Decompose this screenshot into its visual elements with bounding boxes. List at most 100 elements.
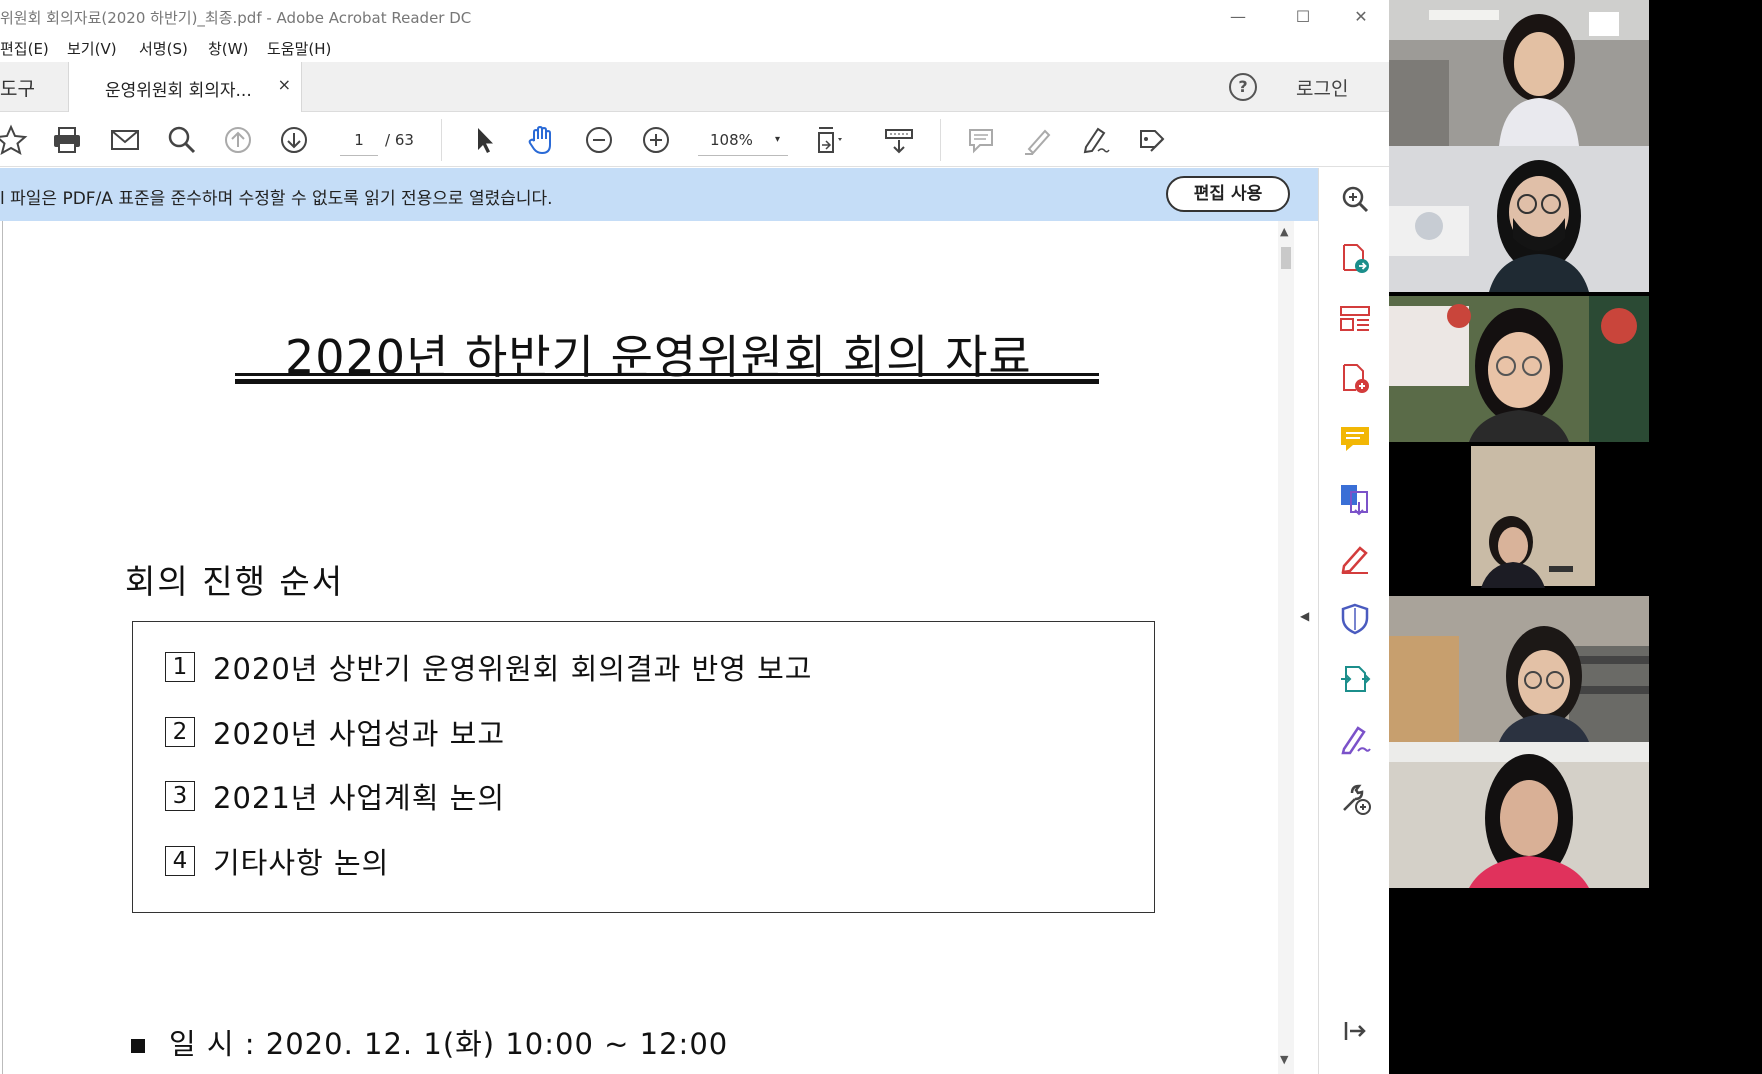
- avatar: [1389, 596, 1649, 742]
- avatar: [1389, 146, 1649, 292]
- bullet-square-icon: [131, 1039, 145, 1053]
- collapse-pane-icon[interactable]: ◀: [1300, 609, 1309, 623]
- doc-tab-label: 운영위원회 회의자...: [105, 81, 252, 101]
- email-icon[interactable]: [106, 121, 144, 159]
- zoom-out-icon[interactable]: [580, 121, 618, 159]
- zoom-level-select[interactable]: 108% ▾: [698, 124, 788, 156]
- draw-sign-icon[interactable]: [1076, 121, 1114, 159]
- menu-sign[interactable]: 서명(S): [139, 38, 188, 59]
- maximize-button[interactable]: ☐: [1283, 4, 1323, 30]
- video-tile-participant-4[interactable]: [1389, 442, 1649, 588]
- fill-sign-icon[interactable]: [1338, 542, 1372, 576]
- agenda-number: 1: [165, 652, 195, 682]
- screen: 위원회 회의자료(2020 하반기)_최종.pdf - Adobe Acroba…: [0, 0, 1762, 1074]
- login-button[interactable]: 로그인: [1296, 74, 1348, 101]
- edit-tag-icon[interactable]: [1133, 121, 1171, 159]
- video-gallery: [1389, 0, 1762, 1074]
- title-underline-thick: [235, 379, 1099, 384]
- agenda-text: 2021년 사업계획 논의: [213, 781, 505, 815]
- document-title: 2020년 하반기 운영위원회 회의 자료: [285, 330, 1032, 384]
- menu-edit[interactable]: 편집(E): [0, 38, 49, 59]
- menu-view[interactable]: 보기(V): [67, 38, 117, 59]
- create-pdf-icon[interactable]: [1338, 362, 1372, 396]
- agenda-text: 기타사항 논의: [213, 846, 390, 880]
- video-tile-participant-2[interactable]: [1389, 146, 1649, 292]
- chevron-down-icon: ▾: [774, 134, 780, 145]
- avatar: [1389, 442, 1649, 588]
- avatar: [1389, 296, 1649, 442]
- print-icon[interactable]: [48, 121, 86, 159]
- readonly-info-bar: l 파일은 PDF/A 표준을 준수하며 수정할 수 없도록 읽기 전용으로 열…: [0, 168, 1328, 221]
- zoom-in-icon[interactable]: [637, 121, 675, 159]
- zoom-search-icon[interactable]: [1338, 182, 1372, 216]
- star-icon[interactable]: [0, 121, 30, 159]
- help-icon[interactable]: ?: [1229, 73, 1257, 101]
- agenda-text: 2020년 상반기 운영위원회 회의결과 반영 보고: [213, 652, 813, 686]
- tab-document[interactable]: 운영위원회 회의자... ×: [68, 62, 302, 112]
- enable-editing-button[interactable]: 편집 사용: [1166, 176, 1290, 212]
- agenda-box: 1 2020년 상반기 운영위원회 회의결과 반영 보고 2 2020년 사업성과 …: [132, 621, 1155, 913]
- main-toolbar: 1 / 63 108% ▾: [0, 113, 1389, 167]
- close-button[interactable]: ✕: [1341, 4, 1381, 30]
- tab-bar: 도구 운영위원회 회의자... × ? 로그인: [0, 62, 1389, 112]
- agenda-item: 1 2020년 상반기 운영위원회 회의결과 반영 보고: [165, 646, 812, 686]
- video-tile-participant-3[interactable]: [1389, 296, 1649, 442]
- organize-pages-icon[interactable]: [1338, 302, 1372, 336]
- page-number-input[interactable]: 1: [340, 124, 378, 156]
- comment-tool-icon[interactable]: [962, 121, 1000, 159]
- protect-icon[interactable]: [1338, 602, 1372, 636]
- agenda-item: 4 기타사항 논의: [165, 840, 389, 880]
- next-page-icon[interactable]: [275, 121, 313, 159]
- zoom-value: 108%: [710, 131, 753, 149]
- scroll-mode-icon[interactable]: [880, 121, 918, 159]
- tab-tools[interactable]: 도구: [0, 74, 35, 101]
- prev-page-icon[interactable]: [219, 121, 257, 159]
- video-tile-participant-5[interactable]: [1389, 596, 1649, 742]
- menu-bar: 편집(E) 보기(V) 서명(S) 창(W) 도움말(H): [0, 36, 1389, 58]
- section-heading: 회의 진행 순서: [125, 562, 345, 601]
- comment-icon[interactable]: [1338, 422, 1372, 456]
- menu-window[interactable]: 창(W): [208, 38, 248, 59]
- send-pdf-icon[interactable]: [1338, 662, 1372, 696]
- agenda-text: 2020년 사업성과 보고: [213, 717, 505, 751]
- meeting-date: 일 시 : 2020. 12. 1(화) 10:00 ~ 12:00: [131, 1021, 728, 1063]
- convert-pdf-icon[interactable]: [1338, 482, 1372, 516]
- select-cursor-icon[interactable]: [465, 121, 503, 159]
- scroll-down-icon[interactable]: ▼: [1280, 1053, 1288, 1066]
- sign-icon[interactable]: [1338, 722, 1372, 756]
- menu-help[interactable]: 도움말(H): [267, 38, 331, 59]
- avatar: [1389, 0, 1649, 146]
- acrobat-window: 위원회 회의자료(2020 하반기)_최종.pdf - Adobe Acroba…: [0, 0, 1389, 1074]
- agenda-number: 2: [165, 717, 195, 747]
- vertical-scrollbar[interactable]: ▲ ▼: [1278, 221, 1294, 1074]
- title-underline: [235, 373, 1099, 376]
- video-tile-participant-1[interactable]: [1389, 0, 1649, 146]
- toolbar-divider: [940, 119, 941, 161]
- avatar: [1389, 742, 1649, 888]
- search-icon[interactable]: [163, 121, 201, 159]
- window-title: 위원회 회의자료(2020 하반기)_최종.pdf - Adobe Acroba…: [0, 9, 472, 27]
- hand-tool-icon[interactable]: [522, 121, 560, 159]
- title-bar: 위원회 회의자료(2020 하반기)_최종.pdf - Adobe Acroba…: [0, 0, 1389, 34]
- expand-panel-icon[interactable]: [1338, 1014, 1372, 1048]
- agenda-item: 2 2020년 사업성과 보고: [165, 711, 505, 751]
- scroll-up-icon[interactable]: ▲: [1280, 225, 1288, 238]
- agenda-number: 4: [165, 846, 195, 876]
- close-tab-icon[interactable]: ×: [278, 75, 291, 94]
- agenda-number: 3: [165, 781, 195, 811]
- pdf-page: 2020년 하반기 운영위원회 회의 자료 회의 진행 순서 1 2020년 상반…: [2, 221, 1264, 1074]
- toolbar-divider: [441, 119, 442, 161]
- export-pdf-icon[interactable]: [1338, 242, 1372, 276]
- agenda-item: 3 2021년 사업계획 논의: [165, 775, 505, 815]
- page-total: / 63: [385, 131, 414, 149]
- scroll-thumb[interactable]: [1281, 247, 1291, 269]
- more-tools-icon[interactable]: [1338, 782, 1372, 816]
- fit-page-icon[interactable]: [810, 121, 848, 159]
- video-tile-participant-6[interactable]: [1389, 742, 1649, 888]
- highlight-icon[interactable]: [1019, 121, 1057, 159]
- minimize-button[interactable]: —: [1218, 4, 1258, 30]
- document-view[interactable]: 2020년 하반기 운영위원회 회의 자료 회의 진행 순서 1 2020년 상반…: [0, 221, 1278, 1074]
- tools-pane: [1318, 168, 1389, 1074]
- readonly-message: l 파일은 PDF/A 표준을 준수하며 수정할 수 없도록 읽기 전용으로 열…: [0, 189, 553, 209]
- meeting-date-text: 일 시 : 2020. 12. 1(화) 10:00 ~ 12:00: [169, 1027, 729, 1061]
